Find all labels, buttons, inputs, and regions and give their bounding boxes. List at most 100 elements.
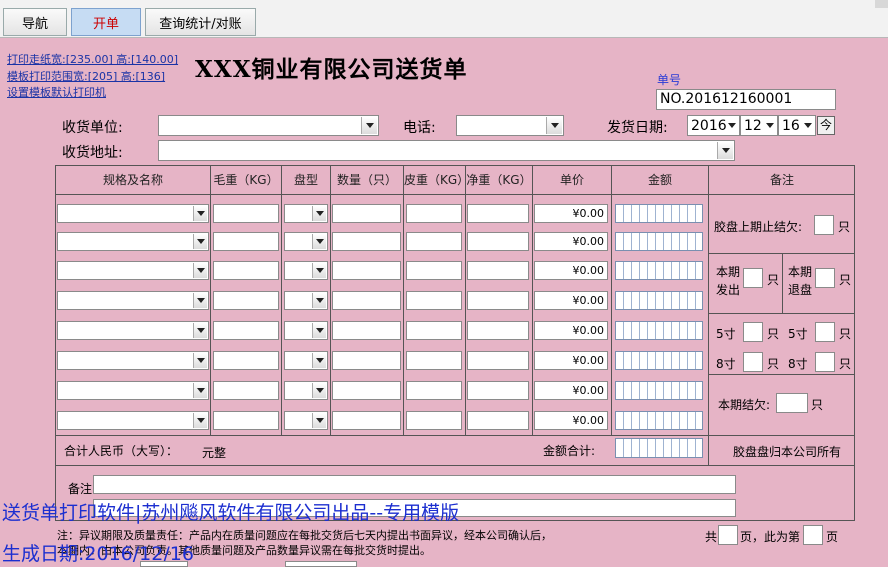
quantity-field[interactable] [332,204,401,223]
reel-type-select[interactable] [284,261,328,280]
quantity-field[interactable] [332,321,401,340]
spec-select[interactable] [57,351,209,370]
net-weight-field[interactable] [467,261,529,280]
year-value: 2016 [691,117,727,134]
address-label: 收货地址: [62,145,123,161]
unit-price-field[interactable]: ¥0.00 [534,411,608,430]
gross-weight-field[interactable] [213,291,279,310]
net-weight-field[interactable] [467,291,529,310]
quantity-field[interactable] [332,381,401,400]
quantity-field[interactable] [332,411,401,430]
receiver-label: 收货单位: [62,120,123,136]
quantity-field[interactable] [332,232,401,251]
gross-weight-field[interactable] [213,232,279,251]
gross-weight-field[interactable] [213,411,279,430]
tare-weight-field[interactable] [406,204,462,223]
tab-new-order[interactable]: 开单 [71,8,141,36]
gross-weight-field[interactable] [213,321,279,340]
quantity-field[interactable] [332,291,401,310]
year-select[interactable]: 2016 [687,115,740,136]
unit-price-field[interactable]: ¥0.00 [534,321,608,340]
balance-field[interactable] [776,393,808,413]
unit-label: 只 [767,357,780,371]
returned-field[interactable] [815,268,835,288]
prev-balance-field[interactable] [814,215,834,235]
phone-select[interactable] [456,115,564,136]
issued-field[interactable] [743,268,763,288]
rmb-total-value: 元整 [202,446,227,460]
day-select[interactable]: 16 [778,115,816,136]
spec-select[interactable] [57,411,209,430]
unit-price-field[interactable]: ¥0.00 [534,204,608,223]
gross-weight-field[interactable] [213,381,279,400]
reel-type-select[interactable] [284,351,328,370]
bottom-field-2[interactable] [285,561,357,567]
order-number-field[interactable]: NO.201612160001 [656,89,836,110]
month-select[interactable]: 12 [740,115,778,136]
amount-field [615,204,703,223]
issued-8in-field[interactable] [743,352,763,372]
quantity-field[interactable] [332,351,401,370]
issued-8in-label: 8寸 [716,357,736,371]
spec-select[interactable] [57,291,209,310]
address-select[interactable] [158,140,735,161]
note-field[interactable] [93,475,736,494]
header-spec: 规格及名称 [102,173,163,187]
spec-select[interactable] [57,204,209,223]
tare-weight-field[interactable] [406,321,462,340]
net-weight-field[interactable] [467,232,529,251]
phone-label: 电话: [403,120,436,136]
quantity-field[interactable] [332,261,401,280]
spec-select[interactable] [57,261,209,280]
tab-navigation[interactable]: 导航 [3,8,67,36]
print-range-link[interactable]: 模板打印范围宽:[205] 高:[136] [7,68,165,84]
net-weight-field[interactable] [467,411,529,430]
returned-5in-field[interactable] [815,322,835,342]
reel-type-select[interactable] [284,232,328,251]
unit-price-field[interactable]: ¥0.00 [534,381,608,400]
unit-price-field[interactable]: ¥0.00 [534,351,608,370]
net-weight-field[interactable] [467,321,529,340]
total-pages-label: 共 [705,530,718,544]
tare-weight-field[interactable] [406,411,462,430]
net-weight-field[interactable] [467,351,529,370]
spec-select[interactable] [57,232,209,251]
gross-weight-field[interactable] [213,261,279,280]
gross-weight-field[interactable] [213,351,279,370]
day-value: 16 [782,117,800,134]
reel-type-select[interactable] [284,411,328,430]
tare-weight-field[interactable] [406,291,462,310]
spec-select[interactable] [57,381,209,400]
gross-weight-field[interactable] [213,204,279,223]
spec-select[interactable] [57,321,209,340]
issued-5in-field[interactable] [743,322,763,342]
reel-type-select[interactable] [284,291,328,310]
unit-label: 只 [838,220,851,234]
reel-type-select[interactable] [284,381,328,400]
total-pages-field[interactable] [718,525,738,545]
tare-weight-field[interactable] [406,232,462,251]
net-weight-field[interactable] [467,204,529,223]
chevron-down-icon [546,117,562,134]
reel-type-select[interactable] [284,204,328,223]
unit-price-field[interactable]: ¥0.00 [534,291,608,310]
today-button[interactable]: 今 [817,116,835,135]
header-tare-weight: 皮重（KG） [404,173,470,187]
returned-8in-field[interactable] [815,352,835,372]
tare-weight-field[interactable] [406,351,462,370]
tare-weight-field[interactable] [406,381,462,400]
net-weight-field[interactable] [467,381,529,400]
bottom-field-1[interactable] [140,561,188,567]
tab-query-stats[interactable]: 查询统计/对账 [145,8,256,36]
reel-type-select[interactable] [284,321,328,340]
unit-price-field[interactable]: ¥0.00 [534,261,608,280]
paper-size-link[interactable]: 打印走纸宽:[235.00] 高:[140.00] [7,51,178,67]
header-reel-type: 盘型 [293,173,318,187]
current-page-field[interactable] [803,525,823,545]
receiver-select[interactable] [158,115,379,136]
unit-price-field[interactable]: ¥0.00 [534,232,608,251]
tare-weight-field[interactable] [406,261,462,280]
issued-5in-label: 5寸 [716,327,736,341]
default-printer-link[interactable]: 设置模板默认打印机 [7,84,106,100]
rmb-total-label: 合计人民币（大写）： [64,444,179,458]
